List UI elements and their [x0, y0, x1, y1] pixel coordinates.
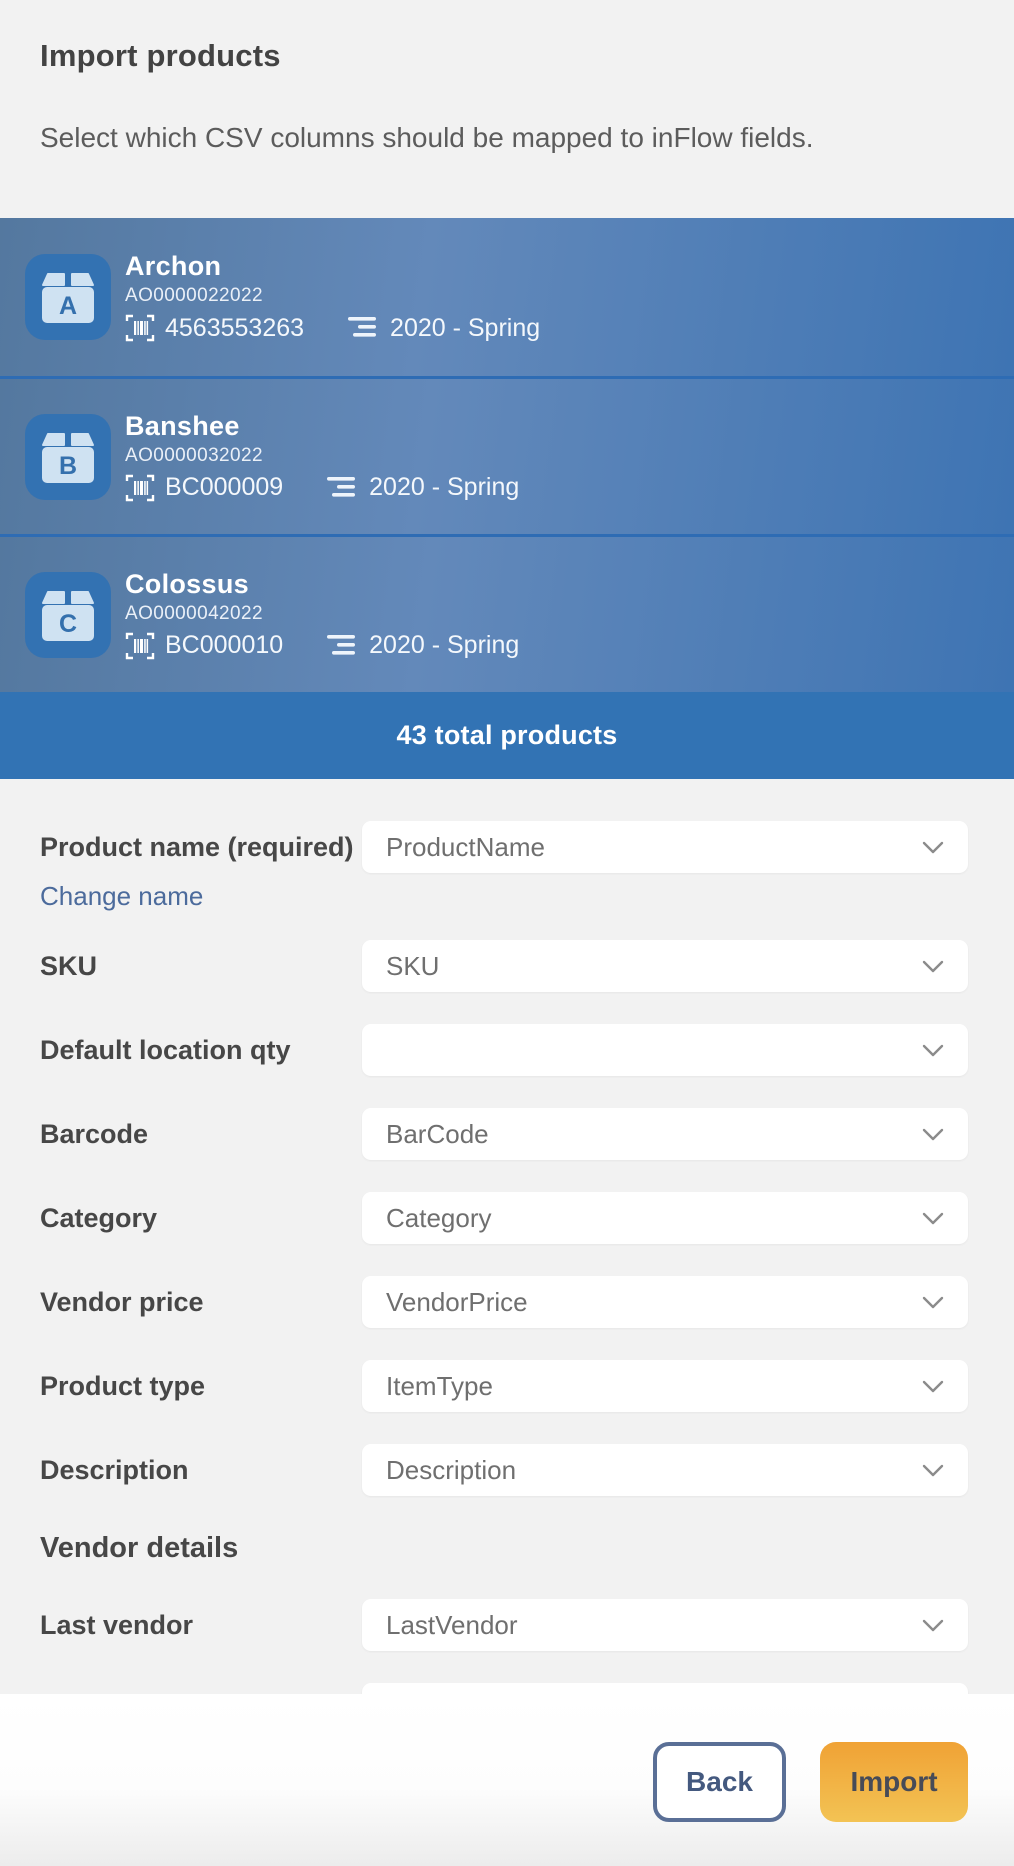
chevron-down-icon — [922, 1380, 944, 1393]
form-row-product-type: Product type ItemType — [40, 1360, 968, 1412]
form-row-sku: SKU SKU — [40, 940, 968, 992]
product-type-select[interactable]: ItemType — [362, 1360, 968, 1412]
product-barcode: BC000009 — [165, 473, 283, 502]
select-value: ItemType — [386, 1371, 493, 1402]
form-row-default-location-qty: Default location qty — [40, 1024, 968, 1076]
select-value: SKU — [386, 951, 439, 982]
total-products-label: 43 total products — [397, 720, 618, 751]
barcode-select[interactable]: BarCode — [362, 1108, 968, 1160]
mapping-form: Product name (required) ProductName Chan… — [0, 779, 1014, 1735]
product-card: A Archon AO0000022022 4563553263 2020 - … — [0, 218, 1014, 376]
default-location-qty-select[interactable] — [362, 1024, 968, 1076]
chevron-down-icon — [922, 1464, 944, 1477]
product-name: Banshee — [125, 411, 519, 442]
chevron-down-icon — [922, 841, 944, 854]
product-card: B Banshee AO0000032022 BC000009 2020 - S… — [0, 376, 1014, 534]
field-label: Default location qty — [40, 1035, 362, 1066]
field-label: Description — [40, 1455, 362, 1486]
field-label: Vendor price — [40, 1287, 362, 1318]
field-label: SKU — [40, 951, 362, 982]
product-category: 2020 - Spring — [369, 473, 519, 502]
barcode-icon — [125, 631, 155, 661]
sku-select[interactable]: SKU — [362, 940, 968, 992]
chevron-down-icon — [922, 1044, 944, 1057]
product-initial: C — [25, 609, 111, 639]
product-box-icon: C — [25, 572, 111, 658]
category-select[interactable]: Category — [362, 1192, 968, 1244]
category-lines-icon — [325, 475, 357, 501]
product-name: Archon — [125, 251, 540, 282]
product-initial: B — [25, 451, 111, 481]
field-label: Category — [40, 1203, 362, 1234]
product-box-icon: A — [25, 254, 111, 340]
form-row-vendor-price: Vendor price VendorPrice — [40, 1276, 968, 1328]
form-row-barcode: Barcode BarCode — [40, 1108, 968, 1160]
product-barcode: 4563553263 — [165, 314, 304, 343]
change-name-link[interactable]: Change name — [40, 881, 203, 912]
page-subtitle: Select which CSV columns should be mappe… — [40, 122, 974, 154]
import-button[interactable]: Import — [820, 1742, 968, 1822]
category-lines-icon — [346, 315, 378, 341]
total-products-bar: 43 total products — [0, 692, 1014, 779]
select-value: BarCode — [386, 1119, 489, 1150]
chevron-down-icon — [922, 1296, 944, 1309]
vendor-price-select[interactable]: VendorPrice — [362, 1276, 968, 1328]
product-category: 2020 - Spring — [390, 314, 540, 343]
form-row-product-name: Product name (required) ProductName — [40, 821, 968, 873]
chevron-down-icon — [922, 1619, 944, 1632]
select-value: LastVendor — [386, 1610, 518, 1641]
product-card: C Colossus AO0000042022 BC000010 2020 - … — [0, 534, 1014, 692]
product-category: 2020 - Spring — [369, 631, 519, 660]
chevron-down-icon — [922, 960, 944, 973]
footer: Back Import — [0, 1694, 1014, 1866]
product-name: Colossus — [125, 569, 519, 600]
chevron-down-icon — [922, 1128, 944, 1141]
category-lines-icon — [325, 633, 357, 659]
select-value: Description — [386, 1455, 516, 1486]
product-order-code: AO0000022022 — [125, 285, 540, 307]
product-name-select[interactable]: ProductName — [362, 821, 968, 873]
header: Import products Select which CSV columns… — [0, 0, 1014, 218]
product-preview-panel: A Archon AO0000022022 4563553263 2020 - … — [0, 218, 1014, 779]
last-vendor-select[interactable]: LastVendor — [362, 1599, 968, 1651]
chevron-down-icon — [922, 1212, 944, 1225]
select-value: ProductName — [386, 832, 545, 863]
field-label: Product type — [40, 1371, 362, 1402]
select-value: VendorPrice — [386, 1287, 528, 1318]
barcode-icon — [125, 473, 155, 503]
barcode-icon — [125, 313, 155, 343]
description-select[interactable]: Description — [362, 1444, 968, 1496]
field-label: Barcode — [40, 1119, 362, 1150]
product-barcode: BC000010 — [165, 631, 283, 660]
vendor-details-header: Vendor details — [40, 1532, 968, 1565]
page-title: Import products — [40, 38, 974, 74]
product-box-icon: B — [25, 414, 111, 500]
select-value: Category — [386, 1203, 492, 1234]
form-row-description: Description Description — [40, 1444, 968, 1496]
field-label: Last vendor — [40, 1610, 362, 1641]
import-products-screen: Import products Select which CSV columns… — [0, 0, 1014, 1866]
product-order-code: AO0000032022 — [125, 445, 519, 467]
back-button[interactable]: Back — [653, 1742, 786, 1822]
form-row-category: Category Category — [40, 1192, 968, 1244]
product-initial: A — [25, 291, 111, 321]
field-label: Product name (required) — [40, 832, 362, 863]
form-row-last-vendor: Last vendor LastVendor — [40, 1599, 968, 1651]
product-order-code: AO0000042022 — [125, 603, 519, 625]
